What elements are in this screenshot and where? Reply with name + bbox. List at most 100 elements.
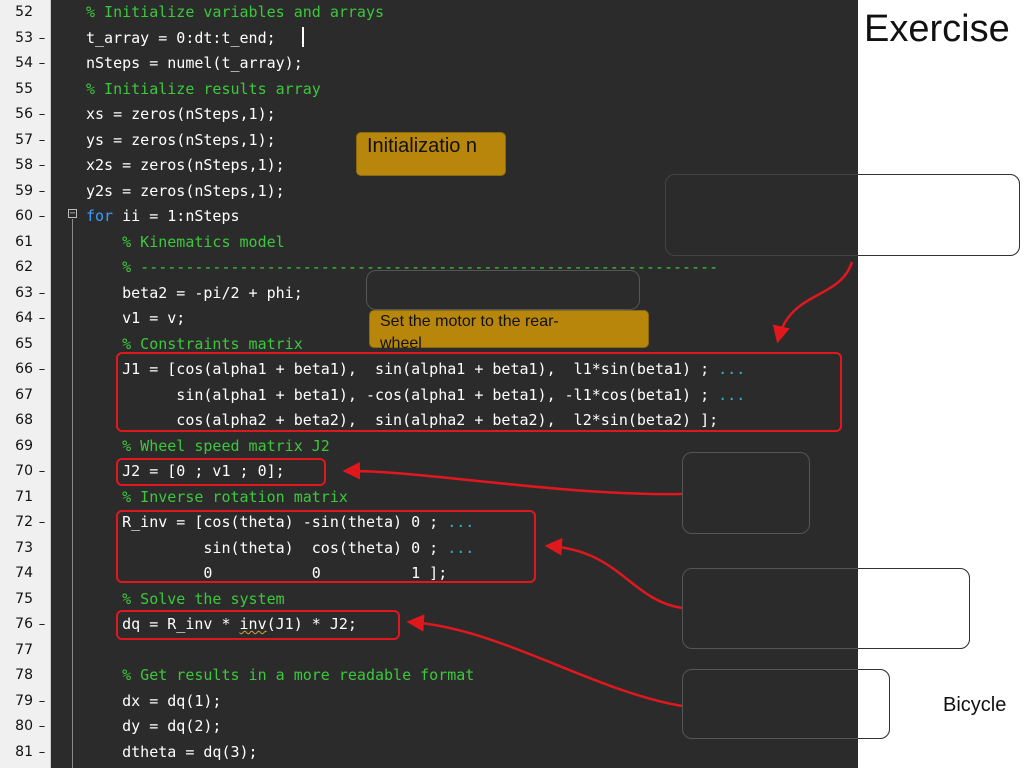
- line-number-gutter: 52 53–54–55 56–57–58–59–60–61 62 63–64–65 66–…: [0, 0, 50, 768]
- line-number: 76: [15, 616, 33, 632]
- line-number: 64: [15, 310, 33, 326]
- line-number: 59: [15, 182, 33, 199]
- line-number: 72: [15, 514, 33, 530]
- line-number: 53: [15, 29, 33, 46]
- breakpoint-marker[interactable]: –: [36, 357, 48, 383]
- code-text: dy = dq(2);: [86, 717, 222, 735]
- motor-note: Set the motor to the rear-wheel: [369, 310, 649, 352]
- code-line[interactable]: for ii = 1:nSteps: [86, 204, 240, 230]
- line-number: 62: [15, 259, 33, 275]
- breakpoint-marker[interactable]: [36, 230, 48, 256]
- text-cursor: [302, 27, 304, 47]
- breakpoint-marker[interactable]: –: [36, 306, 48, 332]
- code-line[interactable]: % Initialize results array: [86, 77, 321, 103]
- breakpoint-marker[interactable]: [36, 485, 48, 511]
- gutter-divider: [50, 0, 51, 768]
- line-number: 74: [15, 565, 33, 581]
- code-line[interactable]: beta2 = -pi/2 + phi;: [86, 281, 303, 307]
- code-fold-toggle-icon[interactable]: −: [68, 209, 77, 219]
- line-number: 81: [15, 743, 33, 760]
- line-number: 78: [15, 667, 33, 683]
- breakpoint-marker[interactable]: –: [36, 740, 48, 766]
- code-line[interactable]: % Kinematics model: [86, 230, 285, 256]
- slide-title: Exercise: [864, 8, 1010, 50]
- code-line[interactable]: y2s = zeros(nSteps,1);: [86, 179, 285, 205]
- code-line[interactable]: % Initialize variables and arrays: [86, 0, 384, 26]
- line-number: 80: [15, 718, 33, 734]
- motor-note-text: Set the motor to the rear-wheel: [380, 313, 559, 352]
- line-number: 66: [15, 361, 33, 377]
- line-number: 69: [15, 437, 33, 454]
- code-comment: % Constraints matrix: [86, 334, 303, 353]
- breakpoint-marker[interactable]: –: [36, 281, 48, 307]
- code-line[interactable]: x2s = zeros(nSteps,1);: [86, 153, 285, 179]
- code-line[interactable]: % Solve the system: [86, 587, 285, 613]
- code-text: t_array = 0:dt:t_end;: [86, 28, 276, 47]
- line-number: 79: [15, 692, 33, 709]
- line-number: 61: [15, 233, 33, 250]
- line-number: 60: [15, 208, 33, 224]
- code-comment: % Inverse rotation matrix: [86, 487, 348, 506]
- callout-box-1-right-border: [858, 174, 1020, 256]
- code-line[interactable]: % Get results in a more readable format: [86, 663, 474, 689]
- code-line[interactable]: dtheta = dq(3);: [86, 740, 257, 766]
- code-text: xs = zeros(nSteps,1);: [86, 105, 276, 123]
- highlight-box-j1: [116, 352, 842, 432]
- line-number: 58: [15, 157, 33, 173]
- breakpoint-marker[interactable]: [36, 77, 48, 103]
- line-number: 65: [15, 335, 33, 352]
- code-line[interactable]: xs = zeros(nSteps,1);: [86, 102, 276, 128]
- code-line[interactable]: dy = dq(2);: [86, 714, 221, 740]
- breakpoint-marker[interactable]: –: [36, 102, 48, 128]
- code-line[interactable]: ys = zeros(nSteps,1);: [86, 128, 276, 154]
- breakpoint-marker[interactable]: –: [36, 204, 48, 230]
- line-number: 71: [15, 488, 33, 505]
- code-line[interactable]: % Wheel speed matrix J2: [86, 434, 330, 460]
- code-text: ys = zeros(nSteps,1);: [86, 130, 276, 149]
- bicycle-label: Bicycle: [943, 694, 1007, 716]
- breakpoint-marker[interactable]: –: [36, 714, 48, 740]
- code-text: x2s = zeros(nSteps,1);: [86, 156, 285, 174]
- line-number: 55: [15, 80, 33, 97]
- line-number: 63: [15, 284, 33, 301]
- callout-box-4-right-border: [858, 669, 890, 739]
- breakpoint-marker[interactable]: [36, 408, 48, 434]
- code-line[interactable]: t_array = 0:dt:t_end;: [86, 26, 276, 52]
- breakpoint-marker[interactable]: [36, 638, 48, 664]
- breakpoint-marker[interactable]: [36, 663, 48, 689]
- breakpoint-marker[interactable]: [36, 255, 48, 281]
- code-line[interactable]: dx = dq(1);: [86, 689, 221, 715]
- breakpoint-marker[interactable]: [36, 383, 48, 409]
- breakpoint-marker[interactable]: [36, 536, 48, 562]
- line-number: 68: [15, 412, 33, 428]
- code-comment: % Initialize variables and arrays: [86, 3, 385, 21]
- breakpoint-marker[interactable]: –: [36, 153, 48, 179]
- breakpoint-marker[interactable]: [36, 561, 48, 587]
- breakpoint-marker[interactable]: [36, 0, 48, 26]
- code-text: dx = dq(1);: [86, 691, 222, 710]
- code-line[interactable]: % Inverse rotation matrix: [86, 485, 348, 511]
- code-text: v1 = v;: [86, 309, 186, 327]
- breakpoint-marker[interactable]: –: [36, 689, 48, 715]
- breakpoint-marker[interactable]: –: [36, 51, 48, 77]
- callout-box-2: [682, 452, 810, 534]
- breakpoint-marker[interactable]: [36, 434, 48, 460]
- breakpoint-marker[interactable]: –: [36, 26, 48, 52]
- code-text: y2s = zeros(nSteps,1);: [86, 181, 285, 200]
- line-number: 54: [15, 55, 33, 71]
- breakpoint-marker[interactable]: –: [36, 510, 48, 536]
- line-number: 75: [15, 590, 33, 607]
- code-text: beta2 = -pi/2 + phi;: [86, 283, 303, 302]
- breakpoint-marker[interactable]: –: [36, 459, 48, 485]
- breakpoint-marker[interactable]: –: [36, 128, 48, 154]
- callout-box-3-right-border: [858, 568, 970, 649]
- breakpoint-marker[interactable]: –: [36, 612, 48, 638]
- code-line[interactable]: nSteps = numel(t_array);: [86, 51, 303, 77]
- highlight-box-dq: [116, 610, 400, 640]
- breakpoint-marker[interactable]: –: [36, 179, 48, 205]
- breakpoint-marker[interactable]: [36, 587, 48, 613]
- highlight-box-rinv: [116, 510, 536, 583]
- breakpoint-marker[interactable]: [36, 332, 48, 358]
- line-number: 73: [15, 539, 33, 556]
- code-line[interactable]: v1 = v;: [86, 306, 185, 332]
